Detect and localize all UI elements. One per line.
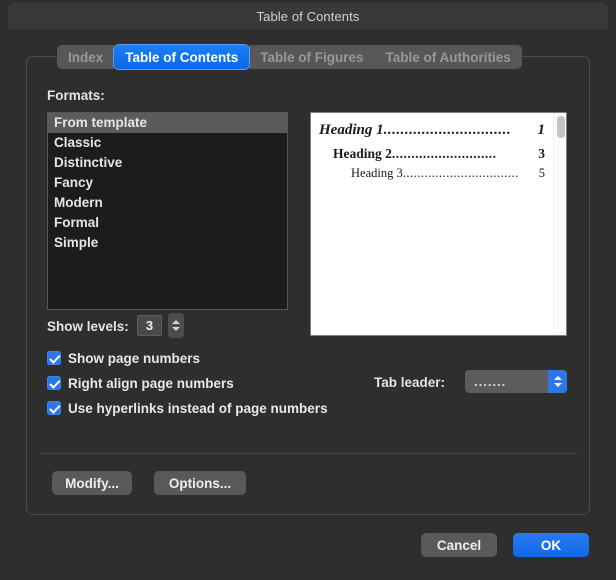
chevron-up-icon — [554, 376, 562, 380]
checkbox-show-page-numbers[interactable]: Show page numbers — [47, 349, 200, 367]
tab-leader-label: Tab leader: — [374, 375, 445, 390]
table-of-contents-dialog: Table of Contents Index Table of Content… — [0, 0, 616, 580]
show-levels-label: Show levels: — [47, 319, 129, 334]
preview-heading-1-page: 1 — [537, 122, 546, 139]
preview-heading-1-row: Heading 1 ..............................… — [319, 122, 545, 139]
preview-heading-3-row: Heading 3 ..............................… — [351, 166, 545, 181]
show-levels-stepper[interactable] — [168, 313, 184, 338]
tab-leader-select[interactable]: ....... — [465, 370, 567, 393]
tab-table-of-figures[interactable]: Table of Figures — [249, 45, 374, 69]
checkmark-icon[interactable] — [47, 376, 61, 390]
checkbox-use-hyperlinks[interactable]: Use hyperlinks instead of page numbers — [47, 399, 328, 417]
window-titlebar: Table of Contents — [8, 3, 608, 29]
tab-strip: Index Table of Contents Table of Figures… — [57, 45, 522, 69]
checkbox-right-align-page-numbers[interactable]: Right align page numbers — [47, 374, 234, 392]
modify-button[interactable]: Modify... — [52, 471, 132, 495]
options-button[interactable]: Options... — [154, 471, 246, 495]
preview-heading-1-label: Heading 1 — [319, 122, 384, 139]
list-item[interactable]: Fancy — [48, 173, 287, 193]
preview-heading-3-label: Heading 3 — [351, 166, 403, 181]
window-title: Table of Contents — [257, 9, 360, 24]
toc-preview-pane: Heading 1 ..............................… — [310, 112, 567, 336]
checkmark-icon[interactable] — [47, 351, 61, 365]
preview-scrollbar[interactable] — [553, 113, 566, 335]
preview-heading-2-leader: ........................... — [392, 146, 537, 162]
formats-listbox[interactable]: From template Classic Distinctive Fancy … — [47, 112, 288, 310]
tab-leader-value: ....... — [465, 374, 548, 389]
chevron-updown-icon[interactable] — [548, 370, 567, 393]
list-item[interactable]: Modern — [48, 193, 287, 213]
list-item[interactable]: Simple — [48, 233, 287, 253]
stepper-up-arrow-icon[interactable] — [172, 320, 180, 324]
tab-table-of-contents[interactable]: Table of Contents — [114, 45, 249, 69]
preview-content: Heading 1 ..............................… — [311, 113, 553, 335]
checkbox-label: Use hyperlinks instead of page numbers — [68, 401, 328, 416]
list-item[interactable]: From template — [48, 113, 287, 133]
list-item[interactable]: Classic — [48, 133, 287, 153]
ok-button[interactable]: OK — [513, 533, 589, 557]
preview-heading-3-leader: ................................ — [403, 166, 538, 181]
preview-heading-2-row: Heading 2 ........................... 3 — [333, 146, 545, 162]
stepper-down-arrow-icon[interactable] — [172, 327, 180, 331]
checkbox-label: Right align page numbers — [68, 376, 234, 391]
cancel-button[interactable]: Cancel — [421, 533, 497, 557]
preview-heading-1-leader: .............................. — [384, 122, 537, 139]
show-levels-input[interactable]: 3 — [137, 315, 162, 336]
tab-index[interactable]: Index — [57, 45, 114, 69]
list-item[interactable]: Distinctive — [48, 153, 287, 173]
preview-heading-2-page: 3 — [537, 146, 545, 162]
checkmark-icon[interactable] — [47, 401, 61, 415]
preview-scrollbar-thumb[interactable] — [557, 116, 565, 138]
tab-table-of-authorities[interactable]: Table of Authorities — [375, 45, 522, 69]
preview-heading-2-label: Heading 2 — [333, 146, 392, 162]
list-item[interactable]: Formal — [48, 213, 287, 233]
formats-label: Formats: — [47, 88, 105, 103]
section-divider — [40, 453, 577, 454]
checkbox-label: Show page numbers — [68, 351, 200, 366]
preview-heading-3-page: 5 — [538, 166, 545, 181]
chevron-down-icon — [554, 383, 562, 387]
